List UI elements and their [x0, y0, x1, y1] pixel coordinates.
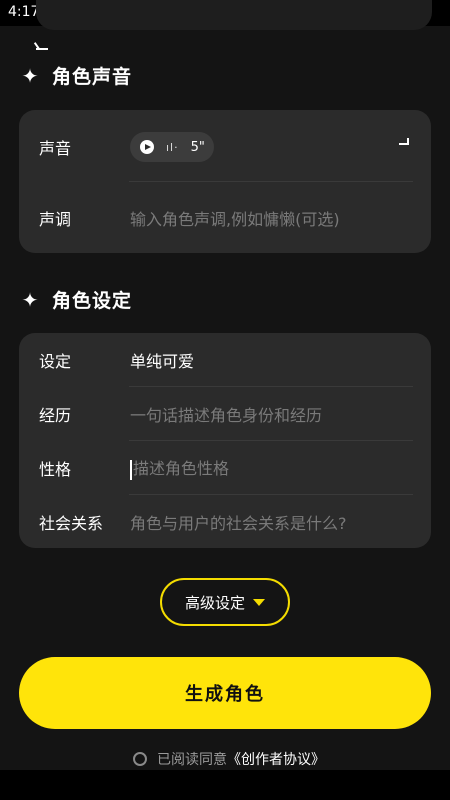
personality-row[interactable]: 性格 描述角色性格 — [19, 441, 431, 494]
setting-row[interactable]: 设定 单纯可爱 — [19, 333, 431, 386]
agreement-radio[interactable] — [133, 752, 147, 766]
voice-section-header: ✦ 角色声音 — [18, 62, 132, 89]
play-icon — [140, 140, 154, 154]
agreement-row[interactable]: 已阅读同意《创作者协议》 — [133, 749, 325, 769]
setting-label: 设定 — [39, 351, 72, 371]
relationship-input[interactable]: 角色与用户的社会关系是什么? — [130, 510, 347, 534]
voice-duration: 5" — [190, 139, 205, 155]
tone-input[interactable]: 输入角色声调,例如慵懒(可选) — [130, 206, 340, 230]
personality-label: 性格 — [39, 459, 72, 479]
section-title: 角色设定 — [52, 290, 133, 312]
advanced-settings-label: 高级设定 — [184, 593, 245, 612]
experience-input[interactable]: 一句话描述角色身份和经历 — [130, 402, 322, 426]
tone-label: 声调 — [39, 209, 72, 229]
setting-input[interactable]: 单纯可爱 — [130, 348, 194, 372]
voice-row[interactable]: 声音 ıl· 5" — [19, 110, 431, 183]
agreement-link[interactable]: 《创作者协议》 — [227, 752, 325, 768]
advanced-settings-button[interactable]: 高级设定 — [160, 578, 290, 626]
edit-icon-stroke — [33, 42, 41, 50]
personality-placeholder: 描述角色性格 — [133, 459, 230, 479]
caret-down-icon — [253, 598, 265, 606]
personality-input[interactable]: 描述角色性格 — [130, 455, 229, 480]
experience-label: 经历 — [39, 405, 72, 425]
sparkle-icon: ✦ — [21, 63, 39, 88]
agreement-text: 已阅读同意 — [157, 752, 227, 768]
relationship-row[interactable]: 社会关系 角色与用户的社会关系是什么? — [19, 495, 431, 548]
settings-section-header: ✦ 角色设定 — [18, 286, 132, 313]
status-time: 4:17 — [8, 4, 40, 20]
tone-row[interactable]: 声调 输入角色声调,例如慵懒(可选) — [19, 182, 431, 253]
voice-card: 声音 ıl· 5" 声调 输入角色声调,例如慵懒(可选) — [19, 110, 431, 253]
experience-row[interactable]: 经历 一句话描述角色身份和经历 — [19, 387, 431, 440]
change-voice-icon[interactable] — [399, 138, 409, 145]
generate-character-button[interactable]: 生成角色 — [19, 657, 431, 729]
sparkle-icon: ✦ — [21, 287, 39, 312]
generate-label: 生成角色 — [185, 684, 265, 705]
relationship-label: 社会关系 — [39, 513, 104, 533]
text-cursor — [130, 459, 132, 480]
voice-preview-button[interactable]: ıl· 5" — [130, 132, 214, 162]
waveform-icon: ıl· — [166, 140, 179, 154]
voice-label: 声音 — [39, 138, 72, 158]
settings-card: 设定 单纯可爱 经历 一句话描述角色身份和经历 性格 描述角色性格 社会关系 角… — [19, 333, 431, 548]
previous-card — [36, 0, 432, 30]
navigation-bar — [0, 770, 450, 800]
section-title: 角色声音 — [52, 66, 133, 88]
